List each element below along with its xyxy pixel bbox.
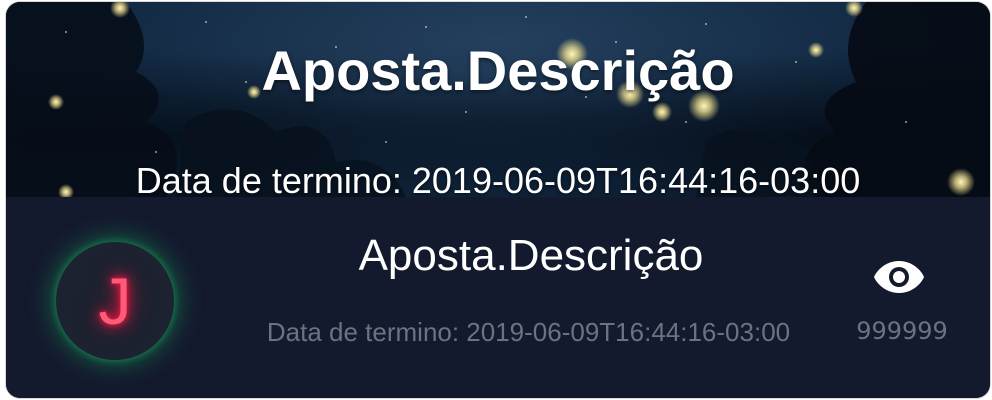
banner-image: Aposta.Descrição Data de termino: 2019-0… (6, 2, 990, 201)
avatar-letter: J (98, 264, 132, 338)
banner-title: Aposta.Descrição (261, 39, 735, 102)
bet-card[interactable]: Aposta.Descrição Data de termino: 2019-0… (6, 2, 990, 398)
avatar: J (56, 242, 174, 360)
eye-icon[interactable] (872, 257, 926, 297)
bet-end-date: Data de termino: 2019-06-09T16:44:16-03:… (266, 317, 791, 347)
banner-end-date: Data de termino: 2019-06-09T16:44:16-03:… (135, 160, 861, 201)
bet-title: Aposta.Descrição (358, 231, 704, 280)
views-count: 999999 (856, 317, 948, 345)
bet-details: J Aposta.Descrição Data de termino: 2019… (6, 197, 990, 398)
